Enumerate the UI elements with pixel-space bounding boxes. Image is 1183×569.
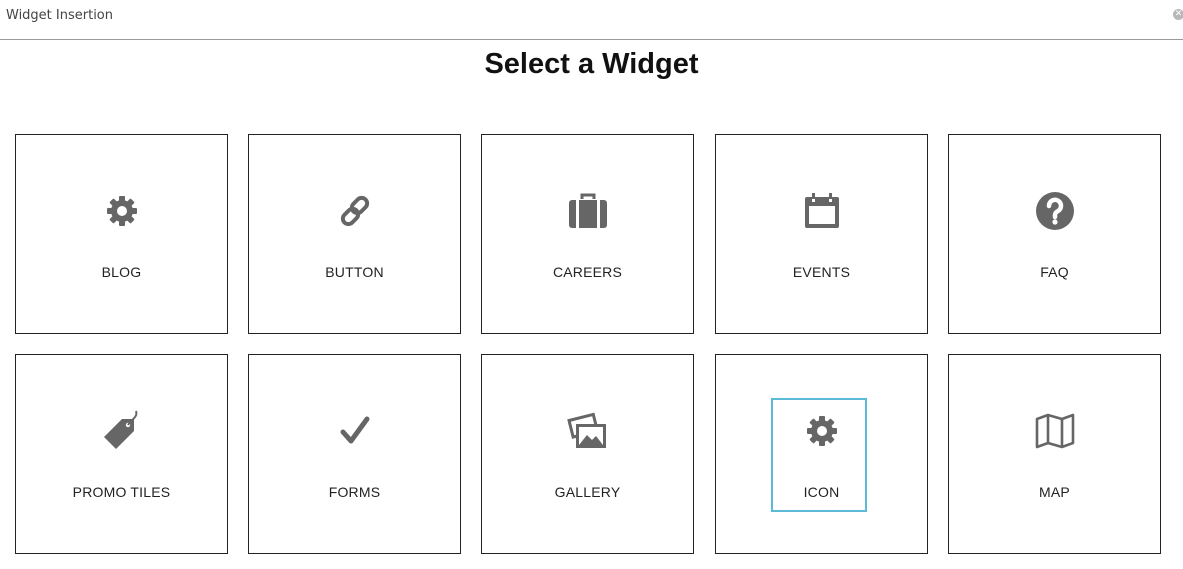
widget-label: EVENTS — [792, 264, 851, 280]
widget-label: FAQ — [1040, 264, 1069, 280]
widget-label: BLOG — [101, 264, 142, 280]
widget-tile-faq[interactable]: FAQ — [948, 134, 1161, 334]
map-icon — [949, 411, 1160, 451]
tag-icon — [16, 410, 227, 451]
close-icon[interactable]: ✕ — [1173, 9, 1183, 20]
checkmark-icon — [249, 411, 460, 451]
widget-tile-forms[interactable]: FORMS — [248, 354, 461, 554]
widget-label: ICON — [803, 484, 840, 500]
widget-label: GALLERY — [554, 484, 621, 500]
widget-tile-button[interactable]: BUTTON — [248, 134, 461, 334]
images-icon — [482, 411, 693, 451]
widget-tile-events[interactable]: EVENTS — [715, 134, 928, 334]
widget-tile-careers[interactable]: CAREERS — [481, 134, 694, 334]
widget-label: CAREERS — [552, 264, 623, 280]
widget-label: MAP — [1039, 484, 1070, 500]
widget-tile-icon[interactable]: ICON — [715, 354, 928, 554]
dialog-header: Widget Insertion ✕ — [0, 0, 1183, 40]
widget-label: PROMO TILES — [72, 484, 171, 500]
briefcase-icon — [482, 191, 693, 231]
page-title: Select a Widget — [484, 48, 699, 80]
widget-label: FORMS — [328, 484, 381, 500]
dialog-title: Widget Insertion — [6, 8, 114, 23]
calendar-icon — [716, 191, 927, 231]
widget-label: BUTTON — [325, 264, 384, 280]
widget-tile-gallery[interactable]: GALLERY — [481, 354, 694, 554]
link-icon — [249, 191, 460, 231]
gear-icon — [16, 191, 227, 231]
widget-tile-blog[interactable]: BLOG — [15, 134, 228, 334]
widget-tile-map[interactable]: MAP — [948, 354, 1161, 554]
question-circle-icon — [949, 191, 1160, 231]
gear-icon — [716, 411, 927, 451]
widget-tile-promo-tiles[interactable]: PROMO TILES — [15, 354, 228, 554]
